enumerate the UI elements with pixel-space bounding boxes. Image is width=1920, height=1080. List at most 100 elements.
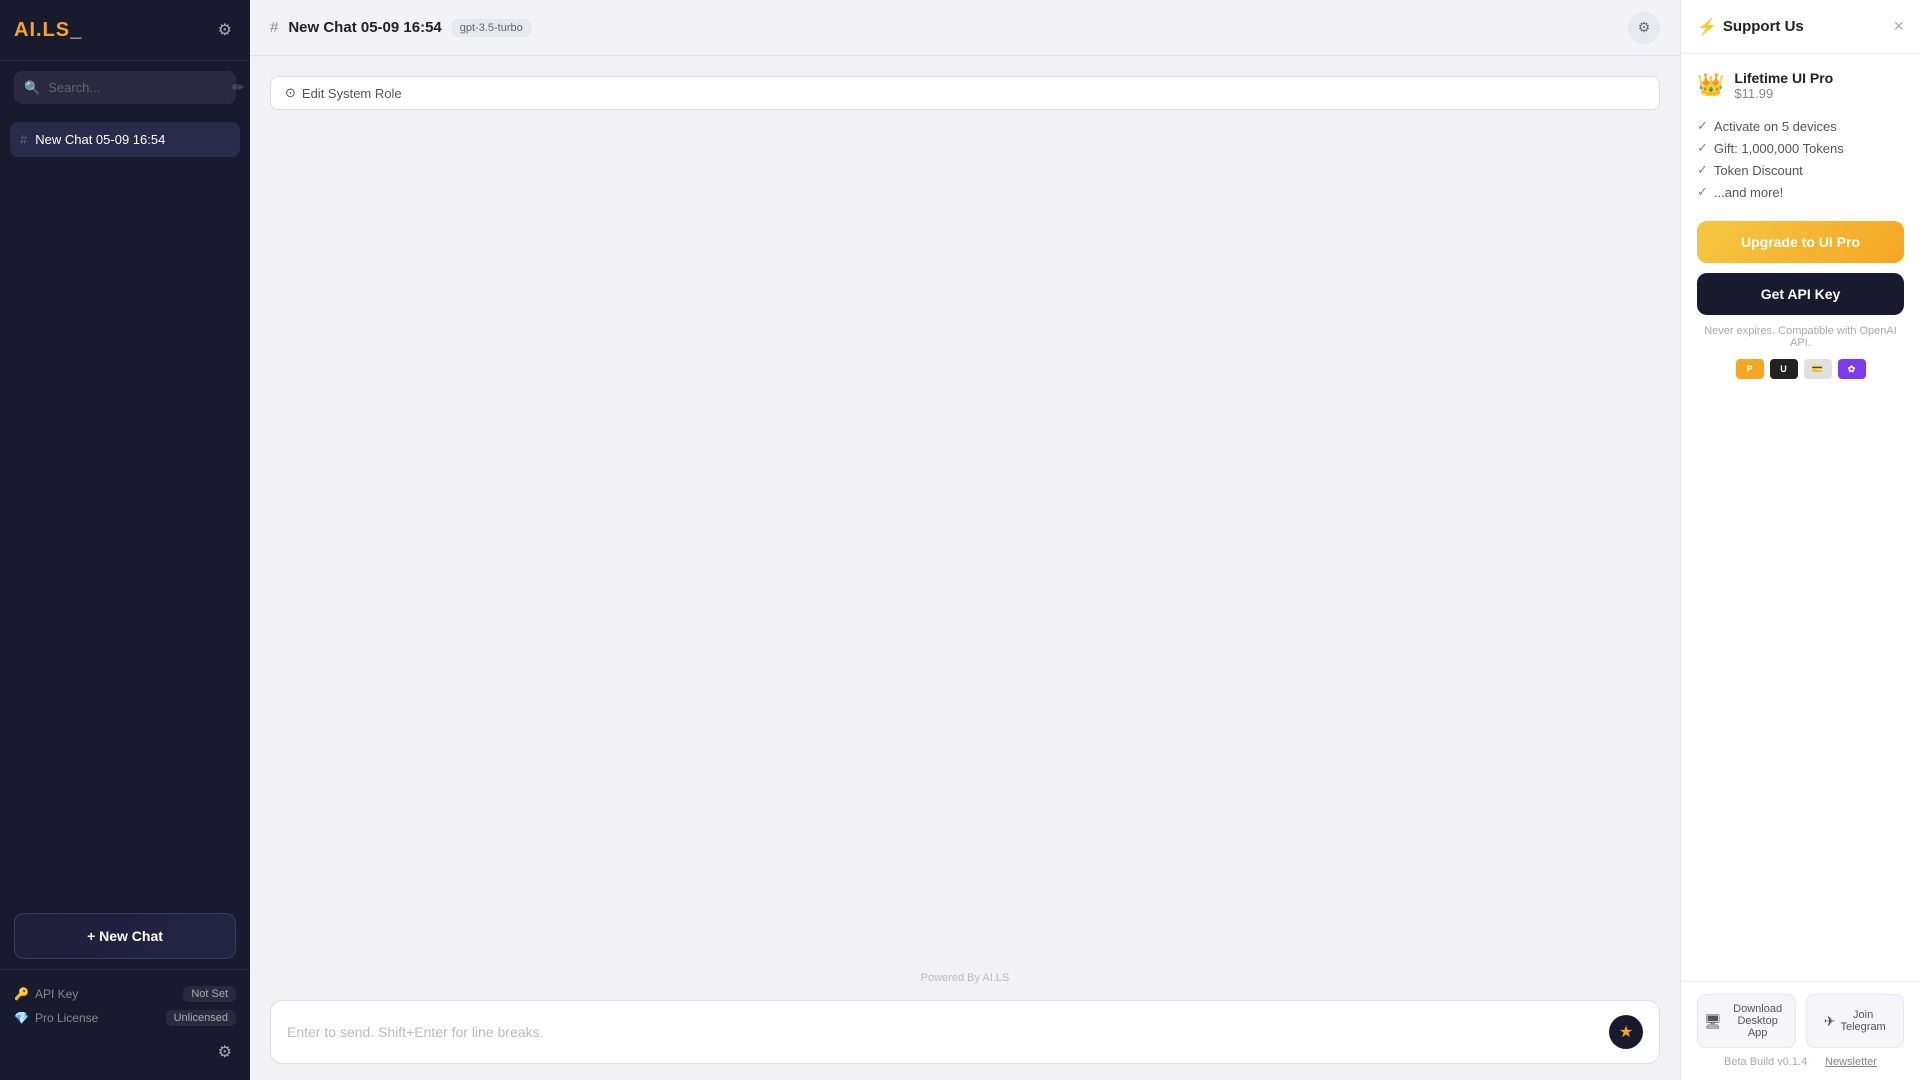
topbar-settings-btn[interactable]: ⚙ bbox=[1628, 12, 1660, 44]
feature-item-1: ✓ Gift: 1,000,000 Tokens bbox=[1697, 137, 1904, 159]
topbar-hash-icon: # bbox=[270, 19, 278, 36]
upgrade-button[interactable]: Upgrade to UI Pro bbox=[1697, 221, 1904, 263]
beta-text: Beta Build v0.1.4 · Newsletter bbox=[1697, 1056, 1904, 1068]
footer-links: 🖥 Download Desktop App ✈ Join Telegram bbox=[1697, 994, 1904, 1048]
send-button[interactable]: ★ bbox=[1609, 1015, 1643, 1049]
check-icon-3: ✓ bbox=[1697, 184, 1708, 200]
pro-license-icon: 💎 bbox=[14, 1011, 29, 1025]
feature-list: ✓ Activate on 5 devices ✓ Gift: 1,000,00… bbox=[1697, 115, 1904, 203]
support-title: ⚡ Support Us bbox=[1697, 17, 1804, 37]
never-expires-text: Never expires. Compatible with OpenAI AP… bbox=[1697, 325, 1904, 349]
chat-messages bbox=[270, 126, 1660, 944]
model-badge: gpt-3.5-turbo bbox=[452, 19, 531, 37]
search-icon: 🔍 bbox=[24, 80, 40, 96]
api-key-text: API Key bbox=[35, 987, 78, 1001]
desktop-app-text: Desktop App bbox=[1737, 1015, 1777, 1039]
payment-icons: P U 💳 ✿ bbox=[1697, 359, 1904, 379]
new-chat-button[interactable]: + New Chat bbox=[14, 913, 236, 959]
message-input[interactable] bbox=[287, 1024, 1599, 1040]
search-box: 🔍 ✏ bbox=[14, 71, 236, 104]
close-support-panel-button[interactable]: × bbox=[1893, 16, 1904, 37]
pro-license-value: Unlicensed bbox=[166, 1010, 236, 1026]
feature-item-0: ✓ Activate on 5 devices bbox=[1697, 115, 1904, 137]
edit-system-role-button[interactable]: ⊙ Edit System Role bbox=[270, 76, 1660, 110]
api-key-label: 🔑 API Key bbox=[14, 987, 78, 1001]
bolt-icon: ⚡ bbox=[1697, 17, 1717, 37]
main-content: # New Chat 05-09 16:54 gpt-3.5-turbo ⚙ ⊙… bbox=[250, 0, 1680, 1080]
payment-icon-1: U bbox=[1770, 359, 1798, 379]
feature-text-2: Token Discount bbox=[1714, 163, 1803, 178]
settings-icon-btn[interactable]: ⚙ bbox=[214, 16, 236, 44]
feature-text-3: ...and more! bbox=[1714, 185, 1783, 200]
feature-text-0: Activate on 5 devices bbox=[1714, 119, 1837, 134]
pro-license-row: 💎 Pro License Unlicensed bbox=[14, 1006, 236, 1030]
get-api-key-button[interactable]: Get API Key bbox=[1697, 273, 1904, 315]
sidebar: AI.LS_ ⚙ 🔍 ✏ # New Chat 05-09 16:54 + Ne… bbox=[0, 0, 250, 1080]
plan-price: $11.99 bbox=[1734, 86, 1833, 101]
download-text: Download bbox=[1733, 1003, 1782, 1015]
join-telegram-button[interactable]: ✈ Join Telegram bbox=[1806, 994, 1905, 1048]
footer-settings: ⚙ bbox=[14, 1030, 236, 1066]
api-key-value: Not Set bbox=[183, 986, 236, 1002]
upgrade-btn-label: Upgrade to UI Pro bbox=[1741, 234, 1860, 250]
chat-item-label: New Chat 05-09 16:54 bbox=[35, 132, 165, 147]
support-title-text: Support Us bbox=[1723, 18, 1804, 35]
chat-item[interactable]: # New Chat 05-09 16:54 bbox=[10, 122, 240, 157]
system-role-icon: ⊙ bbox=[285, 85, 296, 101]
payment-icon-0: P bbox=[1736, 359, 1764, 379]
logo: AI.LS_ bbox=[14, 19, 82, 42]
input-area: ★ bbox=[250, 988, 1680, 1080]
check-icon-0: ✓ bbox=[1697, 118, 1708, 134]
support-panel: ⚡ Support Us × 👑 Lifetime UI Pro $11.99 … bbox=[1680, 0, 1920, 1080]
footer-settings-btn[interactable]: ⚙ bbox=[214, 1038, 236, 1066]
telegram-label: Join Telegram bbox=[1840, 1009, 1885, 1033]
powered-by-text: Powered By AI.LS bbox=[921, 972, 1010, 984]
chat-title: New Chat 05-09 16:54 bbox=[288, 19, 441, 36]
api-key-btn-label: Get API Key bbox=[1761, 286, 1841, 302]
feature-text-1: Gift: 1,000,000 Tokens bbox=[1714, 141, 1844, 156]
system-role-label: Edit System Role bbox=[302, 86, 402, 101]
top-bar: # New Chat 05-09 16:54 gpt-3.5-turbo ⚙ bbox=[250, 0, 1680, 56]
search-area: 🔍 ✏ bbox=[0, 61, 250, 114]
chat-area: ⊙ Edit System Role bbox=[250, 56, 1680, 964]
pro-license-label: 💎 Pro License bbox=[14, 1011, 98, 1025]
payment-icon-3: ✿ bbox=[1838, 359, 1866, 379]
search-input[interactable] bbox=[48, 80, 224, 95]
support-body: 👑 Lifetime UI Pro $11.99 ✓ Activate on 5… bbox=[1681, 54, 1920, 981]
desktop-icon: 🖥 bbox=[1704, 1013, 1722, 1030]
pro-license-text: Pro License bbox=[35, 1011, 98, 1025]
api-key-icon: 🔑 bbox=[14, 987, 29, 1001]
support-header: ⚡ Support Us × bbox=[1681, 0, 1920, 54]
top-bar-right: ⚙ bbox=[1628, 12, 1660, 44]
sidebar-footer: 🔑 API Key Not Set 💎 Pro License Unlicens… bbox=[0, 969, 250, 1080]
payment-icon-2: 💳 bbox=[1804, 359, 1832, 379]
telegram-icon: ✈ bbox=[1824, 1013, 1836, 1030]
download-label: Download Desktop App bbox=[1727, 1003, 1789, 1039]
compose-icon[interactable]: ✏ bbox=[232, 79, 244, 96]
plan-card: 👑 Lifetime UI Pro $11.99 bbox=[1697, 70, 1904, 101]
new-chat-label: + New Chat bbox=[87, 928, 163, 944]
sidebar-header: AI.LS_ ⚙ bbox=[0, 0, 250, 61]
header-icons: ⚙ bbox=[214, 16, 236, 44]
join-text: Join bbox=[1853, 1009, 1873, 1021]
support-footer: 🖥 Download Desktop App ✈ Join Telegram B… bbox=[1681, 981, 1920, 1080]
hash-icon: # bbox=[20, 132, 27, 147]
download-desktop-app-button[interactable]: 🖥 Download Desktop App bbox=[1697, 994, 1796, 1048]
crown-icon: 👑 bbox=[1697, 72, 1724, 98]
telegram-text: Telegram bbox=[1840, 1021, 1885, 1033]
logo-text: AI.LS bbox=[14, 19, 70, 41]
feature-item-2: ✓ Token Discount bbox=[1697, 159, 1904, 181]
plan-name: Lifetime UI Pro bbox=[1734, 70, 1833, 86]
chat-list: # New Chat 05-09 16:54 bbox=[0, 114, 250, 903]
feature-item-3: ✓ ...and more! bbox=[1697, 181, 1904, 203]
never-expires-label: Never expires. Compatible with OpenAI AP… bbox=[1704, 325, 1897, 349]
input-box: ★ bbox=[270, 1000, 1660, 1064]
check-icon-2: ✓ bbox=[1697, 162, 1708, 178]
top-bar-left: # New Chat 05-09 16:54 gpt-3.5-turbo bbox=[270, 19, 531, 37]
beta-label: Beta Build v0.1.4 bbox=[1724, 1056, 1807, 1068]
plan-details: Lifetime UI Pro $11.99 bbox=[1734, 70, 1833, 101]
logo-dot: _ bbox=[70, 19, 82, 41]
newsletter-link[interactable]: Newsletter bbox=[1825, 1056, 1877, 1068]
api-key-row: 🔑 API Key Not Set bbox=[14, 982, 236, 1006]
check-icon-1: ✓ bbox=[1697, 140, 1708, 156]
